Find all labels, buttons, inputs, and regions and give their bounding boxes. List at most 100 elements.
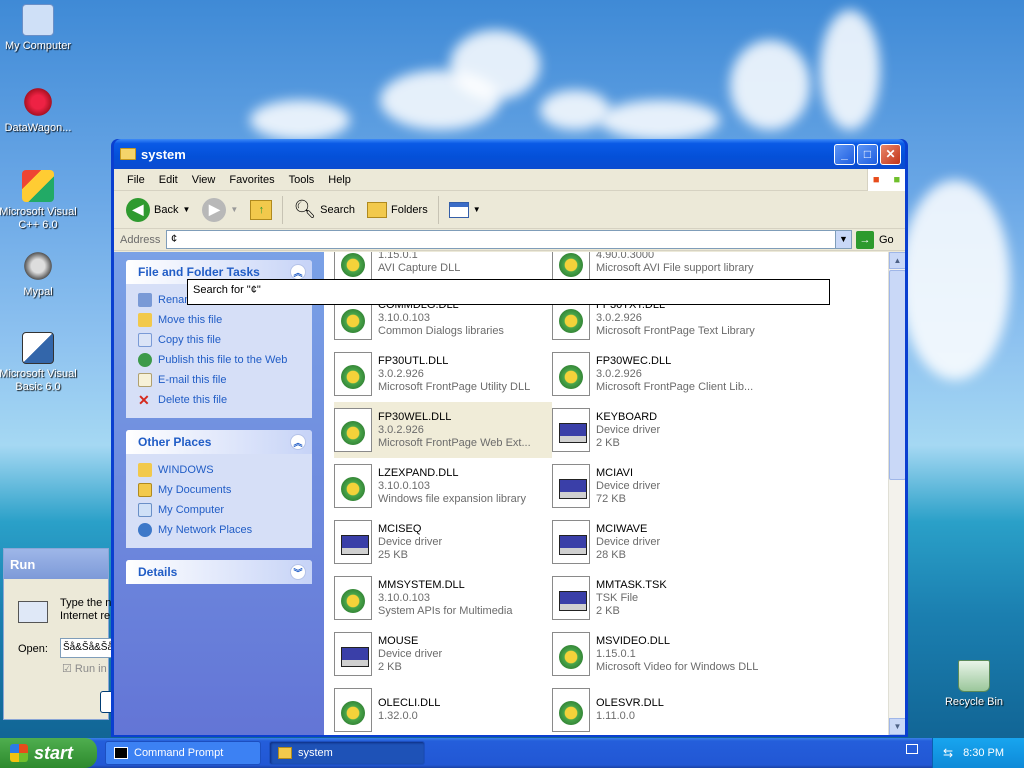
file-line2: Device driver: [378, 647, 443, 660]
file-item[interactable]: MMTASK.TSK TSK File 2 KB: [552, 570, 770, 626]
menu-tools[interactable]: Tools: [282, 174, 322, 186]
place-my-computer[interactable]: My Computer: [138, 500, 312, 520]
file-item[interactable]: MOUSE Device driver 2 KB: [334, 626, 552, 682]
file-item[interactable]: OLECLI.DLL 1.32.0.0: [334, 682, 552, 735]
autocomplete-item[interactable]: Search for "¢": [193, 284, 261, 296]
address-autocomplete[interactable]: Search for "¢": [187, 279, 830, 305]
menu-help[interactable]: Help: [321, 174, 358, 186]
address-dropdown-icon[interactable]: ▼: [835, 231, 851, 248]
place-my-documents[interactable]: My Documents: [138, 480, 312, 500]
menu-edit[interactable]: Edit: [152, 174, 185, 186]
address-input[interactable]: ¢ ▼: [166, 230, 852, 249]
file-item[interactable]: MSVIDEO.DLL 1.15.0.1 Microsoft Video for W…: [552, 626, 770, 682]
dll-file-icon: [334, 688, 372, 732]
run-checkbox[interactable]: ☑ Run in: [62, 662, 107, 675]
file-item[interactable]: KEYBOARD Device driver 2 KB: [552, 402, 770, 458]
desktop-icon-visual-cpp[interactable]: Microsoft Visual C++ 6.0: [0, 170, 78, 232]
search-icon: 🔍︎: [293, 199, 317, 219]
file-line2: 1.15.0.1: [596, 647, 636, 660]
menu-file[interactable]: File: [120, 174, 152, 186]
visual-cpp-icon: [22, 170, 54, 202]
start-button[interactable]: start: [0, 738, 97, 768]
file-item[interactable]: FP30WEL.DLL 3.0.2.926 Microsoft FrontPage …: [334, 402, 552, 458]
task-copy[interactable]: Copy this file: [138, 330, 312, 350]
file-item[interactable]: FP30UTL.DLL 3.0.2.926 Microsoft FrontPage …: [334, 346, 552, 402]
up-button[interactable]: ↑: [244, 195, 278, 225]
maximize-button[interactable]: □: [857, 143, 878, 165]
taskbar: start Command Prompt system ⇆ 8:30 PM: [0, 738, 1024, 768]
close-button[interactable]: ✕: [880, 143, 901, 165]
desktop-icon-my-computer[interactable]: My Computer: [0, 4, 78, 53]
file-line3: Microsoft FrontPage Web Ext...: [378, 436, 531, 449]
folders-button[interactable]: Folders: [361, 195, 434, 225]
file-item[interactable]: MCIWAVE Device driver 28 KB: [552, 514, 770, 570]
minimize-button[interactable]: _: [834, 143, 855, 165]
task-delete[interactable]: ✕ Delete this file: [138, 390, 312, 410]
file-line2: 1.11.0.0: [596, 710, 635, 722]
run-icon: [18, 601, 48, 623]
clock[interactable]: 8:30 PM: [963, 747, 1004, 759]
dll-file-icon: [552, 632, 590, 676]
file-item[interactable]: MMSYSTEM.DLL 3.10.0.103 System APIs for Mu…: [334, 570, 552, 626]
views-icon: [448, 201, 469, 218]
file-line3: Microsoft FrontPage Utility DLL: [378, 380, 531, 393]
run-open-label: Open:: [18, 643, 48, 655]
task-email[interactable]: E-mail this file: [138, 370, 312, 390]
chevron-down-icon[interactable]: ▼: [182, 205, 190, 214]
address-label: Address: [120, 233, 161, 246]
search-button[interactable]: 🔍︎ Search: [287, 195, 361, 225]
desktop-icon-visual-basic[interactable]: Microsoft Visual Basic 6.0: [0, 332, 78, 394]
chevron-down-icon: ▼: [230, 205, 239, 214]
scroll-thumb[interactable]: [889, 270, 905, 480]
place-my-network[interactable]: My Network Places: [138, 520, 312, 540]
expand-icon[interactable]: ︾: [290, 564, 306, 580]
menu-view[interactable]: View: [185, 174, 223, 186]
vertical-scrollbar[interactable]: ▲ ▼: [888, 252, 905, 735]
desktop-icon-datawagon[interactable]: DataWagon...: [0, 86, 78, 135]
task-publish[interactable]: Publish this file to the Web: [138, 350, 312, 370]
file-line3: 2 KB: [596, 436, 620, 449]
toolbar-divider: [437, 195, 439, 224]
taskbar-item-system[interactable]: system: [269, 741, 425, 765]
taskbar-item-command-prompt[interactable]: Command Prompt: [105, 741, 261, 765]
file-item[interactable]: LZEXPAND.DLL 3.10.0.103 Windows file expan…: [334, 458, 552, 514]
collapse-icon[interactable]: ︽: [290, 434, 306, 450]
forward-button[interactable]: ▶ ▼: [196, 195, 244, 225]
system-tray: ⇆ 8:30 PM: [932, 738, 1024, 768]
file-item[interactable]: OLESVR.DLL 1.11.0.0: [552, 682, 770, 735]
desktop-icon-recycle-bin[interactable]: Recycle Bin: [934, 660, 1014, 709]
file-list[interactable]: 1.15.0.1 AVI Capture DLL 4.90.0.3000 Micros…: [324, 252, 905, 735]
scroll-up-icon[interactable]: ▲: [889, 252, 905, 269]
chevron-down-icon: ▼: [472, 205, 481, 214]
file-line3: 25 KB: [378, 548, 408, 561]
file-item[interactable]: FP30WEC.DLL 3.0.2.926 Microsoft FrontPage …: [552, 346, 770, 402]
desktop-icon-label: Microsoft Visual C++ 6.0: [0, 206, 77, 231]
views-button[interactable]: ▼: [443, 195, 487, 225]
file-line3: Windows file expansion library: [378, 492, 526, 505]
go-button[interactable]: → Go: [856, 230, 894, 249]
file-item[interactable]: MCISEQ Device driver 25 KB: [334, 514, 552, 570]
title-bar[interactable]: system _ □ ✕: [114, 139, 905, 169]
panel-header[interactable]: Details ︾: [126, 560, 312, 584]
folder-icon: [138, 463, 152, 477]
file-item[interactable]: MCIAVI Device driver 72 KB: [552, 458, 770, 514]
menu-favorites[interactable]: Favorites: [222, 174, 281, 186]
desktop-icon-label: Microsoft Visual Basic 6.0: [0, 368, 77, 393]
panel-header[interactable]: Other Places ︽: [126, 430, 312, 454]
explorer-window[interactable]: system _ □ ✕ File Edit View Favorites To…: [111, 139, 908, 737]
file-name: MMTASK.TSK: [596, 578, 667, 591]
dll-file-icon: [334, 576, 372, 620]
desktop-icon-mypal[interactable]: Mypal: [0, 250, 78, 299]
collapse-icon[interactable]: ︽: [290, 264, 306, 280]
file-line2: 3.10.0.103: [378, 311, 430, 324]
file-name: MOUSE: [378, 634, 419, 647]
scroll-down-icon[interactable]: ▼: [889, 718, 905, 735]
run-dialog[interactable]: Run Type the n Internet re Open: Šå&Šå&Šå…: [3, 548, 130, 720]
task-move[interactable]: Move this file: [138, 310, 312, 330]
network-tray-icon[interactable]: ⇆: [943, 746, 953, 760]
file-line2: 3.0.2.926: [378, 367, 424, 380]
back-button[interactable]: ◀ Back ▼: [120, 195, 196, 225]
place-windows[interactable]: WINDOWS: [138, 460, 312, 480]
globe-icon: [138, 353, 152, 367]
keyboard-icon[interactable]: [906, 744, 918, 754]
